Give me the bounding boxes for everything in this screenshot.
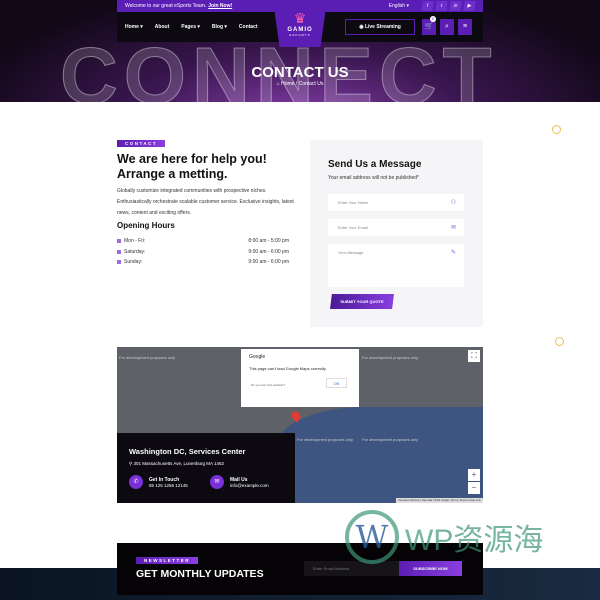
contact-heading: We are here for help you! Arrange a mett…	[117, 152, 267, 181]
nav-home[interactable]: Home ▾	[125, 24, 143, 30]
form-subtitle: Your email address will not be published…	[328, 175, 419, 181]
square-icon	[117, 249, 121, 254]
logo[interactable]: ♛ GAMIO ESPORTS	[273, 0, 327, 47]
mail-icon: ✉	[210, 475, 224, 489]
map-dev-text: For development purposes only	[119, 355, 176, 360]
day: Mon - Fri:	[124, 238, 146, 245]
cart-icon: 🛒	[424, 23, 434, 30]
day: Saturday:	[124, 248, 146, 255]
mail-address: info@example.com	[230, 482, 269, 488]
time: 8:00 am - 5:00 pm	[248, 238, 289, 245]
address-text: 301 Massachusetts Ave, Lunenburg MA 1462	[133, 461, 225, 466]
map-water	[277, 407, 483, 503]
newsletter-tag: NEWSLETTER	[136, 557, 198, 564]
watermark-text: WP资源海	[405, 524, 544, 557]
decor-circle	[552, 125, 561, 134]
search-button[interactable]: ⌕	[440, 19, 454, 35]
facebook-icon[interactable]: f	[421, 1, 434, 11]
zoom-out-button[interactable]: −	[468, 482, 480, 494]
hours-row: Mon - Fri: 8:00 am - 5:00 pm	[117, 236, 289, 247]
fullscreen-button[interactable]: ⛶	[468, 350, 480, 362]
nav-about[interactable]: About	[155, 24, 169, 30]
map-attribution[interactable]: Keyboard shortcuts | Map data ©2024 Goog…	[396, 498, 483, 503]
join-link[interactable]: Join Now!	[208, 3, 232, 9]
user-icon: ⚇	[450, 200, 456, 206]
live-label: Live Streaming	[364, 24, 401, 30]
page-title: CONTACT US	[251, 64, 349, 81]
pencil-icon: ✎	[450, 250, 456, 256]
zoom-in-button[interactable]: +	[468, 469, 480, 481]
square-icon	[117, 260, 121, 265]
location-title: Washington DC, Services Center	[129, 447, 246, 456]
jester-icon: ♛	[293, 10, 307, 26]
hours-row: Saturday: 9:00 am - 6:00 pm	[117, 247, 289, 258]
nav-blog[interactable]: Blog ▾	[212, 24, 227, 30]
menu-button[interactable]: ≡	[458, 19, 472, 35]
email-placeholder: Enter Your Email	[338, 225, 368, 230]
mail-contact[interactable]: ✉ Mail Us info@example.com	[210, 475, 269, 489]
watermark: W WP资源海	[345, 510, 543, 564]
dialog-message: This page can't load Google Maps correct…	[249, 366, 327, 371]
contact-form: Send Us a Message Your email address wil…	[310, 140, 483, 327]
message-placeholder: Your Message	[338, 250, 364, 255]
contact-description: Globally customize integrated communitie…	[117, 188, 294, 216]
google-map[interactable]: For development purposes only For develo…	[117, 347, 483, 503]
dialog-title: Google	[249, 354, 266, 360]
name-placeholder: Enter Your Name	[338, 200, 369, 205]
day: Sunday:	[124, 259, 143, 266]
email-input[interactable]: Enter Your Email ✉	[328, 219, 464, 236]
language-select[interactable]: English ▾	[389, 3, 409, 9]
time: 9:00 am - 6:00 pm	[248, 259, 289, 266]
square-icon	[117, 239, 121, 244]
phone-icon: ✆	[129, 475, 143, 489]
nav-contact[interactable]: Contact	[239, 24, 258, 30]
contact-tag: CONTACT	[117, 140, 166, 147]
breadcrumb[interactable]: ⌂ Home / Contact Us	[0, 81, 600, 87]
live-streaming-button[interactable]: ◉ Live Streaming	[345, 19, 415, 35]
message-textarea[interactable]: Your Message ✎	[328, 244, 464, 287]
ok-button[interactable]: OK	[326, 378, 347, 388]
own-website-link[interactable]: Do you own this website?	[251, 383, 285, 387]
location-card: Washington DC, Services Center ⚲ 301 Mas…	[117, 433, 295, 503]
linkedin-icon[interactable]: in	[449, 1, 462, 11]
nav-pages[interactable]: Pages ▾	[181, 24, 200, 30]
form-title: Send Us a Message	[328, 159, 422, 170]
youtube-icon[interactable]: ▶	[463, 1, 476, 11]
hours-row: Sunday: 9:00 am - 6:00 pm	[117, 257, 289, 268]
search-icon: ⌕	[445, 23, 449, 30]
wordpress-logo-icon: W	[345, 510, 399, 564]
hours-list: Mon - Fri: 8:00 am - 5:00 pm Saturday: 9:0…	[117, 236, 289, 268]
phone-number: 85 125 1256 12145	[149, 482, 188, 488]
map-dev-text: For development purposes only	[297, 437, 354, 442]
envelope-icon: ✉	[450, 225, 456, 231]
location-address: ⚲ 301 Massachusetts Ave, Lunenburg MA 14…	[129, 461, 224, 467]
map-dev-text: For development purposes only	[362, 355, 419, 360]
newsletter-title: GET MONTHLY UPDATES	[136, 568, 264, 580]
opening-hours-title: Opening Hours	[117, 221, 175, 230]
map-error-dialog: Google This page can't load Google Maps …	[241, 349, 359, 407]
phone-contact[interactable]: ✆ Get In Touch 85 125 1256 12145	[129, 475, 188, 489]
map-dev-text: For development purposes only	[362, 437, 419, 442]
welcome-text: Welcome to our great eSports Team.	[125, 3, 207, 9]
menu-icon: ≡	[462, 23, 468, 30]
cart-count: 0	[430, 16, 436, 22]
logo-sub: ESPORTS	[289, 33, 311, 37]
submit-button[interactable]: SUBMIT YOUR QUOTE	[330, 294, 394, 309]
twitter-icon[interactable]: t	[435, 1, 448, 11]
name-input[interactable]: Enter Your Name ⚇	[328, 194, 464, 211]
time: 9:00 am - 6:00 pm	[248, 248, 289, 255]
decor-circle	[555, 337, 564, 346]
